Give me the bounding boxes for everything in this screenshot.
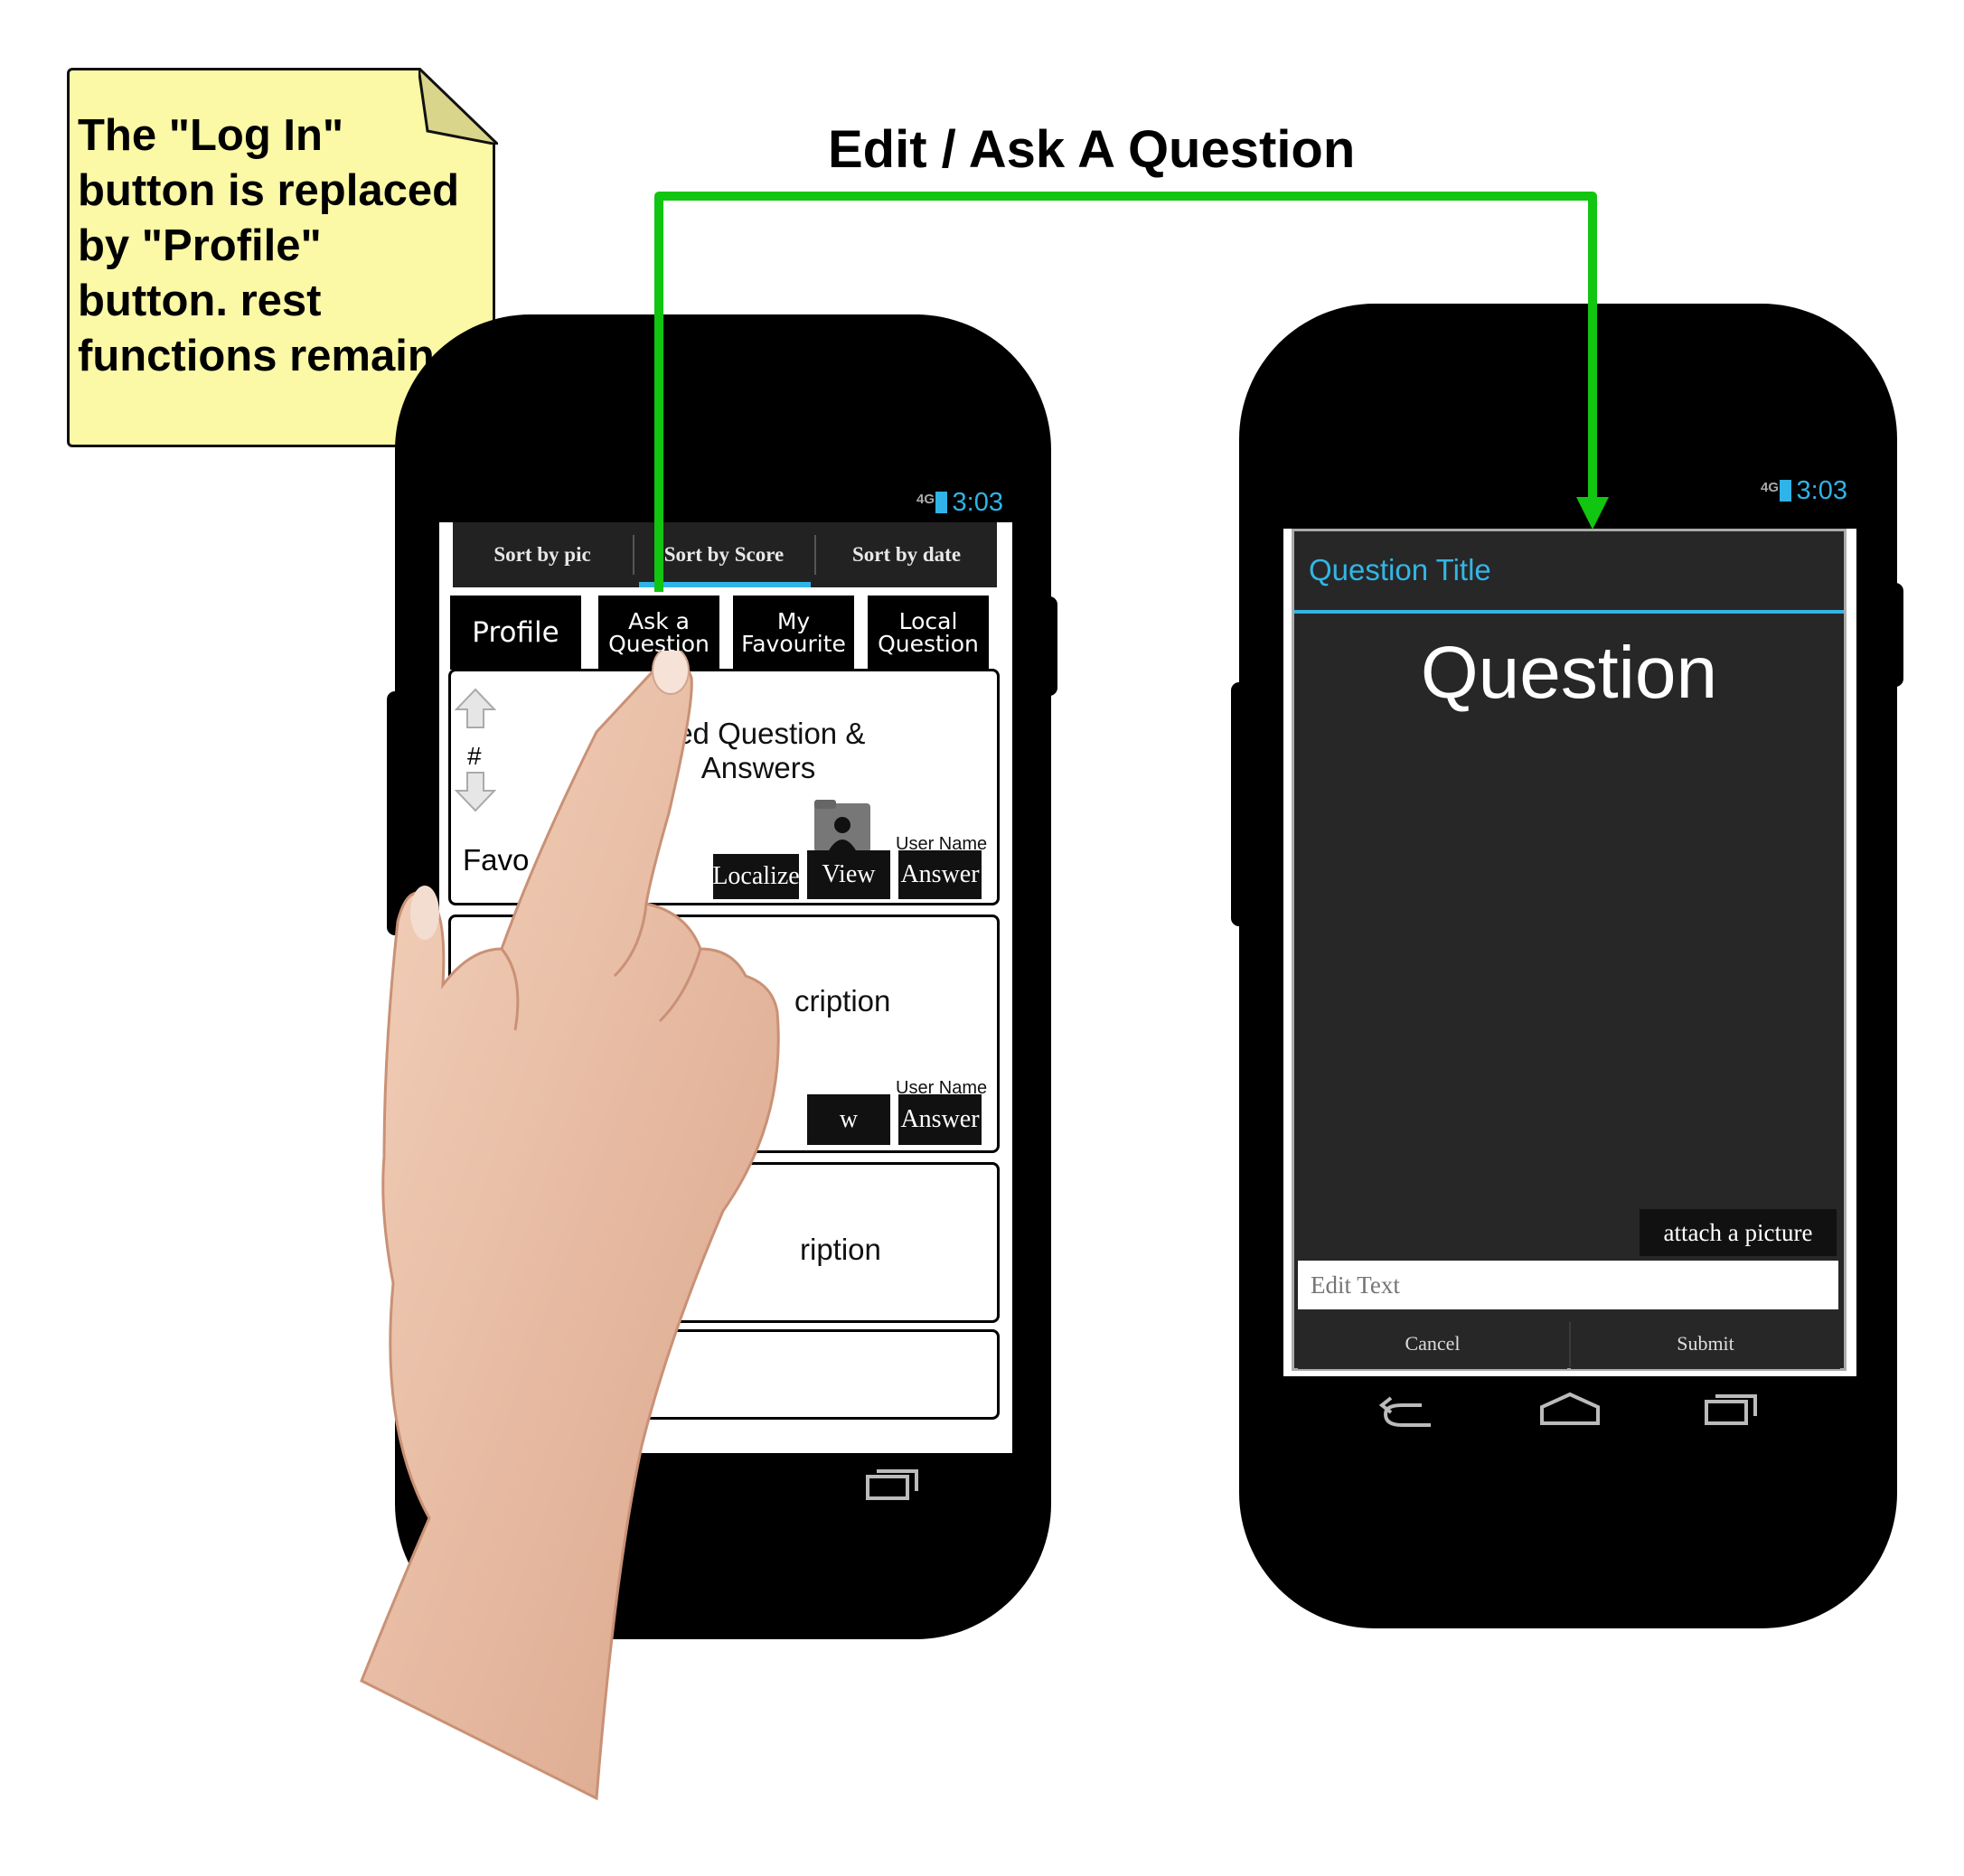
phone-2-screen: 4G 3:03 Question Title Question attach a… <box>1283 473 1856 1483</box>
recent-apps-icon[interactable] <box>864 1464 922 1502</box>
question-title-field[interactable]: Question Title <box>1309 553 1491 587</box>
submit-button[interactable]: Submit <box>1571 1318 1840 1369</box>
button-label: My <box>776 608 811 634</box>
status-spacer <box>1283 511 1856 529</box>
note-line: button is replaced <box>78 166 460 215</box>
phone-2-volume-button <box>1231 682 1247 926</box>
recent-apps-icon[interactable] <box>1703 1389 1761 1427</box>
button-label: Ask a <box>628 608 690 634</box>
note-line: by "Profile" <box>78 221 322 270</box>
back-icon[interactable] <box>1377 1391 1436 1430</box>
tab-label: Sort by pic <box>493 543 591 566</box>
phone-2-power-button <box>1887 583 1903 687</box>
title-underline <box>1294 610 1844 614</box>
note-line: The "Log In" <box>78 111 344 160</box>
note-line: button. rest <box>78 277 322 325</box>
question-heading[interactable]: Question <box>1294 631 1844 716</box>
battery-icon <box>1780 480 1791 502</box>
battery-icon <box>935 492 947 513</box>
status-bar: 4G 3:03 <box>439 484 1012 522</box>
button-label: Local <box>898 608 958 634</box>
sort-tab-bar: Sort by pic Sort by Score Sort by date <box>453 522 997 587</box>
network-icon: 4G <box>916 492 935 507</box>
tab-label: Sort by Score <box>663 543 785 566</box>
phone-1-power-button <box>1041 596 1057 696</box>
network-icon: 4G <box>1760 480 1779 495</box>
tab-sort-by-score[interactable]: Sort by Score <box>634 522 813 587</box>
button-label: Question <box>878 631 979 657</box>
flow-title: Edit / Ask A Question <box>828 120 1356 179</box>
answer-button[interactable]: Answer <box>898 850 982 899</box>
attach-picture-button[interactable]: attach a picture <box>1640 1209 1837 1256</box>
status-time: 3:03 <box>1796 476 1847 505</box>
cancel-button[interactable]: Cancel <box>1298 1318 1567 1369</box>
ask-question-dialog: Question Title Question attach a picture… <box>1292 529 1847 1371</box>
answer-button[interactable]: Answer <box>898 1094 982 1145</box>
status-bar: 4G 3:03 <box>1283 473 1856 511</box>
system-nav-bar <box>1283 1376 1856 1483</box>
local-question-button[interactable]: Local Question <box>868 596 989 670</box>
tab-label: Sort by date <box>851 543 962 566</box>
pointing-hand-image <box>360 651 780 1801</box>
status-time: 3:03 <box>952 488 1003 517</box>
edit-text-input[interactable] <box>1298 1261 1838 1309</box>
tab-sort-by-pic[interactable]: Sort by pic <box>453 522 632 587</box>
home-icon[interactable] <box>1538 1391 1602 1427</box>
tab-sort-by-date[interactable]: Sort by date <box>816 522 997 587</box>
note-text: The "Log In" button is replaced by "Prof… <box>78 108 493 384</box>
